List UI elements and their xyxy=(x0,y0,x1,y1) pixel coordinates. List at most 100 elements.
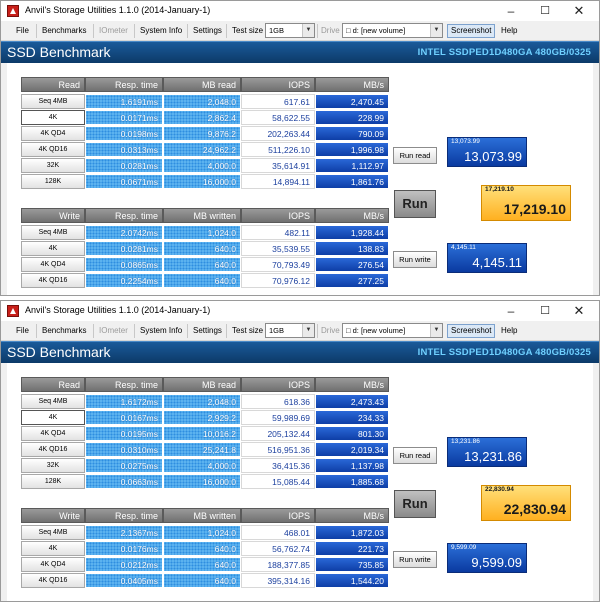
run-read-button[interactable]: Run read xyxy=(393,447,437,464)
read-test-button[interactable]: 4K QD4 xyxy=(21,126,85,141)
write-mbs-header: MB/s xyxy=(315,508,389,523)
menu-help[interactable]: Help xyxy=(498,24,520,38)
write-iops-cell: 70,976.12 xyxy=(241,273,315,288)
read-mb-header: MB read xyxy=(163,377,241,392)
menu-benchmarks[interactable]: Benchmarks xyxy=(39,24,89,38)
drive-select[interactable]: □ d: [new volume] ▼ xyxy=(342,23,443,38)
write-mb-header: MB written xyxy=(163,208,241,223)
menu-benchmarks[interactable]: Benchmarks xyxy=(39,324,89,338)
read-iops-cell: 205,132.44 xyxy=(241,426,315,441)
maximize-icon[interactable]: ☐ xyxy=(528,1,562,21)
write-test-button[interactable]: 4K QD16 xyxy=(21,573,85,588)
read-test-button[interactable]: Seq 4MB xyxy=(21,394,85,409)
menu-file[interactable]: File xyxy=(13,324,32,338)
write-iops-header: IOPS xyxy=(241,508,315,523)
menu-iometer[interactable]: IOmeter xyxy=(96,324,131,338)
drive-model: INTEL SSDPED1D480GA 480GB/0325 xyxy=(417,347,591,358)
menu-system-info[interactable]: System Info xyxy=(137,324,185,338)
write-iops-cell: 56,762.74 xyxy=(241,541,315,556)
read-test-button[interactable]: 4K QD16 xyxy=(21,442,85,457)
write-test-button[interactable]: 4K xyxy=(21,241,85,256)
total-score-box: 22,830.94 22,830.94 xyxy=(481,485,571,521)
minimize-icon[interactable]: – xyxy=(494,1,528,21)
read-mb-cell: 9,876.2 xyxy=(163,126,241,141)
drive-icon: □ xyxy=(346,26,353,35)
read-test-button[interactable]: 128K xyxy=(21,474,85,489)
chevron-down-icon[interactable]: ▼ xyxy=(302,24,314,37)
read-test-button[interactable]: 4K QD4 xyxy=(21,426,85,441)
minimize-icon[interactable]: – xyxy=(494,301,528,321)
maximize-icon[interactable]: ☐ xyxy=(528,301,562,321)
read-resp-time-cell: 0.0198ms xyxy=(85,126,163,141)
menu-settings[interactable]: Settings xyxy=(190,24,225,38)
menu-iometer[interactable]: IOmeter xyxy=(96,24,131,38)
menu-separator xyxy=(134,24,135,38)
read-mbs-cell: 2,019.34 xyxy=(315,442,389,457)
read-mb-cell: 2,862.4 xyxy=(163,110,241,125)
read-iops-cell: 36,415.36 xyxy=(241,458,315,473)
run-write-button[interactable]: Run write xyxy=(393,251,437,268)
read-iops-cell: 618.36 xyxy=(241,394,315,409)
write-resp-time-cell: 0.0281ms xyxy=(85,241,163,256)
total-score-small: 22,830.94 xyxy=(485,486,514,493)
menu-separator xyxy=(93,24,94,38)
app-icon xyxy=(7,5,19,17)
drive-label: Drive xyxy=(321,326,340,335)
write-score-box: 9,599.09 9,599.09 xyxy=(447,543,527,573)
write-test-button[interactable]: Seq 4MB xyxy=(21,525,85,540)
write-test-button[interactable]: 4K QD4 xyxy=(21,557,85,572)
write-test-button[interactable]: 4K QD16 xyxy=(21,273,85,288)
read-mbs-cell: 1,996.98 xyxy=(315,142,389,157)
chevron-down-icon[interactable]: ▼ xyxy=(430,24,442,37)
read-iops-header: IOPS xyxy=(241,377,315,392)
read-mbs-cell: 801.30 xyxy=(315,426,389,441)
write-mb-cell: 640.0 xyxy=(163,273,241,288)
menu-toolbar: File Benchmarks IOmeter System Info Sett… xyxy=(1,321,599,341)
menu-separator xyxy=(36,24,37,38)
close-icon[interactable]: ✕ xyxy=(562,1,596,21)
test-size-value: 1GB xyxy=(269,26,285,35)
run-read-button[interactable]: Run read xyxy=(393,147,437,164)
read-test-button[interactable]: 32K xyxy=(21,458,85,473)
read-iops-cell: 35,614.91 xyxy=(241,158,315,173)
write-mb-cell: 640.0 xyxy=(163,557,241,572)
read-test-button[interactable]: Seq 4MB xyxy=(21,94,85,109)
read-score-box: 13,073.99 13,073.99 xyxy=(447,137,527,167)
write-score: 9,599.09 xyxy=(471,555,522,570)
close-icon[interactable]: ✕ xyxy=(562,301,596,321)
read-test-button[interactable]: 4K xyxy=(21,110,85,125)
menu-screenshot[interactable]: Screenshot xyxy=(447,324,496,338)
write-section-header: Write xyxy=(21,508,85,523)
read-test-button[interactable]: 32K xyxy=(21,158,85,173)
menu-settings[interactable]: Settings xyxy=(190,324,225,338)
run-button[interactable]: Run xyxy=(394,490,436,518)
menu-screenshot[interactable]: Screenshot xyxy=(447,24,496,38)
menu-system-info[interactable]: System Info xyxy=(137,24,185,38)
chevron-down-icon[interactable]: ▼ xyxy=(430,324,442,337)
write-test-button[interactable]: 4K xyxy=(21,541,85,556)
test-size-select[interactable]: 1GB ▼ xyxy=(265,323,315,338)
read-test-button[interactable]: 4K QD16 xyxy=(21,142,85,157)
chevron-down-icon[interactable]: ▼ xyxy=(302,324,314,337)
write-resp-time-cell: 0.0176ms xyxy=(85,541,163,556)
run-button[interactable]: Run xyxy=(394,190,436,218)
write-mb-cell: 1,024.0 xyxy=(163,225,241,240)
write-score-box: 4,145.11 4,145.11 xyxy=(447,243,527,273)
write-iops-cell: 188,377.85 xyxy=(241,557,315,572)
run-write-button[interactable]: Run write xyxy=(393,551,437,568)
read-mbs-header: MB/s xyxy=(315,377,389,392)
menu-file[interactable]: File xyxy=(13,24,32,38)
write-test-button[interactable]: Seq 4MB xyxy=(21,225,85,240)
write-test-button[interactable]: 4K QD4 xyxy=(21,257,85,272)
read-mb-header: MB read xyxy=(163,77,241,92)
read-test-button[interactable]: 128K xyxy=(21,174,85,189)
menu-help[interactable]: Help xyxy=(498,324,520,338)
drive-select[interactable]: □ d: [new volume] ▼ xyxy=(342,323,443,338)
test-size-label: Test size xyxy=(232,26,264,35)
write-mbs-cell: 221.73 xyxy=(315,541,389,556)
read-test-button[interactable]: 4K xyxy=(21,410,85,425)
menu-separator xyxy=(93,324,94,338)
write-iops-cell: 70,793.49 xyxy=(241,257,315,272)
drive-value: d: [new volume] xyxy=(352,326,406,335)
test-size-select[interactable]: 1GB ▼ xyxy=(265,23,315,38)
